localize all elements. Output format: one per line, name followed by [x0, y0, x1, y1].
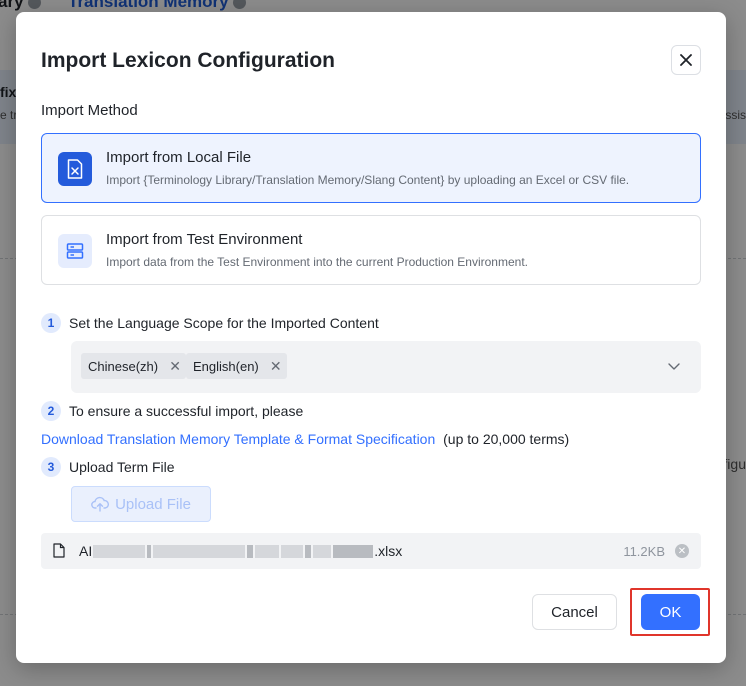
method-description: Import {Terminology Library/Translation …	[106, 173, 630, 187]
step-number: 3	[41, 457, 61, 477]
language-tag-en: English(en) ✕	[186, 353, 287, 379]
method-title: Import from Test Environment	[106, 231, 303, 248]
chevron-down-icon	[668, 363, 680, 370]
tag-label: English(en)	[193, 358, 259, 374]
dialog-title: Import Lexicon Configuration	[41, 49, 335, 72]
redacted-text	[305, 544, 312, 558]
method-description: Import data from the Test Environment in…	[106, 255, 528, 269]
file-icon	[53, 543, 65, 558]
close-button[interactable]	[671, 45, 701, 75]
step-label: Set the Language Scope for the Imported …	[69, 315, 379, 331]
import-lexicon-dialog: Import Lexicon Configuration Import Meth…	[16, 12, 726, 663]
redacted-text	[153, 544, 246, 558]
import-method-label: Import Method	[41, 102, 138, 119]
remove-tag-icon[interactable]: ✕	[166, 357, 184, 375]
redacted-text	[247, 544, 254, 558]
close-icon	[680, 54, 692, 66]
download-template-link[interactable]: Download Translation Memory Template & F…	[41, 431, 435, 447]
file-size: 11.2KB	[623, 544, 665, 559]
language-scope-select[interactable]: Chinese(zh) ✕ English(en) ✕	[71, 341, 701, 393]
remove-file-icon[interactable]: ✕	[675, 544, 689, 558]
redacted-text	[281, 544, 304, 558]
method-title: Import from Local File	[106, 149, 252, 166]
file-name-prefix: AI	[79, 543, 93, 559]
step-number: 1	[41, 313, 61, 333]
redacted-text	[93, 544, 146, 558]
step-2: 2 To ensure a successful import, please	[41, 401, 303, 421]
step-number: 2	[41, 401, 61, 421]
upload-label: Upload File	[115, 495, 191, 513]
server-icon	[58, 234, 92, 268]
step-1: 1 Set the Language Scope for the Importe…	[41, 313, 379, 333]
tag-label: Chinese(zh)	[88, 358, 159, 374]
uploaded-file-row: AI .xlsx 11.2KB ✕	[41, 533, 701, 569]
redacted-text	[147, 544, 152, 558]
method-test-environment[interactable]: Import from Test Environment Import data…	[41, 215, 701, 285]
upload-file-button[interactable]: Upload File	[71, 486, 211, 522]
remove-tag-icon[interactable]: ✕	[267, 357, 285, 375]
cancel-button[interactable]: Cancel	[532, 594, 617, 630]
redacted-text	[255, 544, 280, 558]
language-tag-zh: Chinese(zh) ✕	[81, 353, 187, 379]
excel-file-icon	[58, 152, 92, 186]
step-label: To ensure a successful import, please	[69, 403, 304, 419]
redacted-text	[333, 544, 374, 558]
download-line: Download Translation Memory Template & F…	[41, 431, 569, 447]
download-note: (up to 20,000 terms)	[443, 431, 570, 447]
file-name: AI .xlsx	[79, 543, 402, 559]
method-local-file[interactable]: Import from Local File Import {Terminolo…	[41, 133, 701, 203]
ok-button[interactable]: OK	[641, 594, 700, 630]
redacted-text	[313, 544, 332, 558]
step-3: 3 Upload Term File	[41, 457, 175, 477]
step-label: Upload Term File	[69, 459, 175, 475]
file-name-suffix: .xlsx	[374, 543, 403, 559]
cloud-upload-icon	[91, 496, 110, 512]
